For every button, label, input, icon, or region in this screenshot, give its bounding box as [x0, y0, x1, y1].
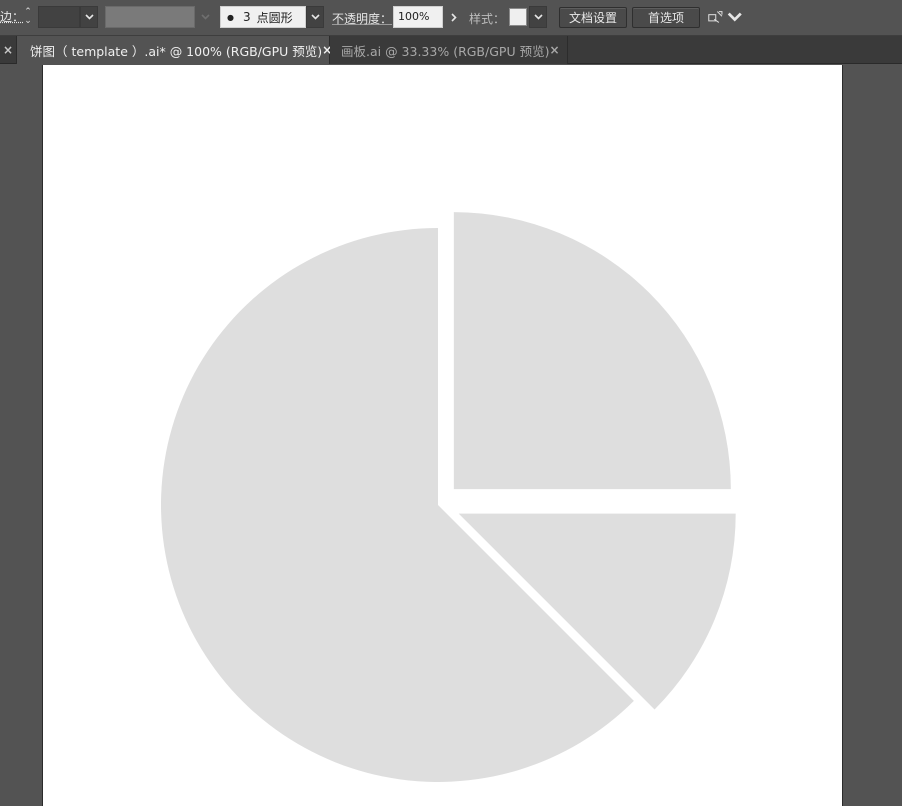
- tab-title: 饼图（ template ）.ai* @ 100% (RGB/GPU 预览): [30, 43, 323, 59]
- control-bar: 边： ⌃ ⌄ ● 3 点圆形 不透明度： 100% 样式： 文档设置 首选项: [0, 0, 902, 36]
- stroke-weight-stepper[interactable]: ⌃ ⌄: [20, 6, 36, 28]
- stroke-weight-dropdown[interactable]: [80, 6, 98, 28]
- artboard[interactable]: [42, 65, 843, 806]
- document-tab-bar: × 饼图（ template ）.ai* @ 100% (RGB/GPU 预览)…: [0, 36, 902, 64]
- previous-tab-close[interactable]: ×: [0, 36, 17, 64]
- arrange-documents-icon: [708, 11, 723, 23]
- graphic-style-label: 样式：: [469, 12, 506, 26]
- opacity-slider-arrow[interactable]: [445, 6, 463, 28]
- tab-artboard[interactable]: 画板.ai @ 33.33% (RGB/GPU 预览) ×: [330, 36, 568, 64]
- opacity-label[interactable]: 不透明度：: [332, 10, 392, 32]
- stroke-weight-input[interactable]: [38, 6, 80, 28]
- chevron-down-icon: [727, 12, 742, 22]
- pie-chart[interactable]: [43, 65, 844, 806]
- brush-dropdown[interactable]: [306, 6, 324, 28]
- chevron-right-icon: [451, 12, 457, 22]
- profile-dropdown-arrow[interactable]: [197, 6, 213, 28]
- chevron-down-icon: [310, 14, 320, 20]
- tab-pie-template[interactable]: 饼图（ template ）.ai* @ 100% (RGB/GPU 预览) ×: [17, 36, 332, 64]
- preferences-button[interactable]: 首选项: [632, 7, 700, 28]
- opacity-input[interactable]: 100%: [393, 6, 443, 28]
- tab-title: 画板.ai @ 33.33% (RGB/GPU 预览): [341, 43, 550, 59]
- document-setup-button[interactable]: 文档设置: [559, 7, 627, 28]
- close-icon[interactable]: ×: [549, 43, 559, 57]
- graphic-style-swatch[interactable]: [509, 8, 527, 26]
- brush-dot-icon: ●: [227, 12, 234, 22]
- brush-size: 3: [242, 10, 251, 24]
- brush-definition-select[interactable]: ● 3 点圆形: [220, 6, 306, 28]
- graphic-style-dropdown[interactable]: [529, 6, 547, 28]
- chevron-down-icon: [533, 14, 543, 20]
- variable-width-profile-select[interactable]: [105, 6, 195, 28]
- arrange-documents-button[interactable]: [708, 6, 742, 28]
- brush-name: 点圆形: [256, 10, 293, 25]
- stepper-down-icon[interactable]: ⌄: [24, 17, 32, 26]
- chevron-down-icon: [200, 14, 210, 20]
- pie-slice-quarter[interactable]: [453, 212, 731, 490]
- canvas-workspace[interactable]: [0, 65, 902, 806]
- chevron-down-icon: [84, 14, 94, 20]
- close-icon[interactable]: ×: [3, 43, 13, 57]
